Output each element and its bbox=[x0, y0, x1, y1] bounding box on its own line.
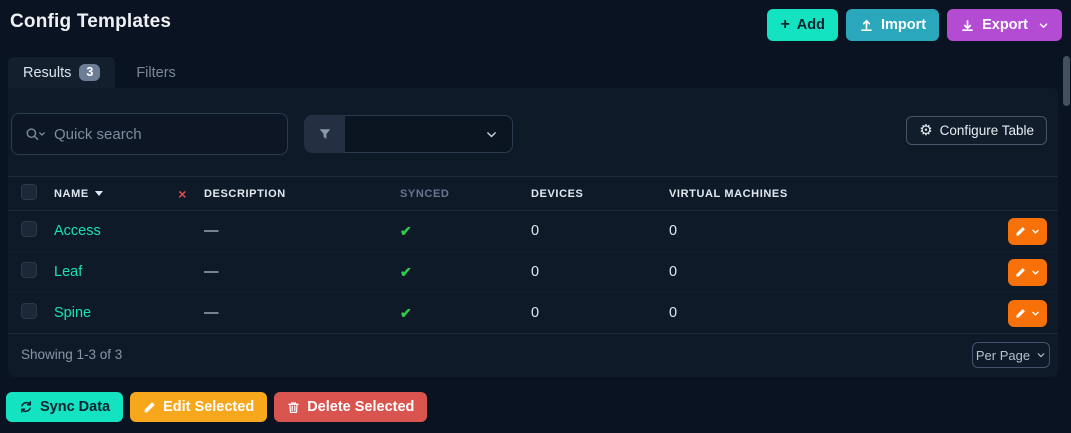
row-devices-count: 0 bbox=[531, 293, 669, 334]
results-count-badge: 3 bbox=[79, 64, 100, 82]
search-input[interactable] bbox=[54, 126, 274, 143]
row-edit-button[interactable] bbox=[1008, 259, 1047, 286]
chevron-down-icon bbox=[485, 128, 498, 141]
pencil-icon bbox=[1015, 267, 1026, 278]
tab-filters[interactable]: Filters bbox=[115, 57, 196, 88]
chevron-down-icon bbox=[1036, 350, 1046, 360]
synced-check-icon: ✔ bbox=[400, 223, 412, 239]
import-button[interactable]: Import bbox=[846, 9, 939, 41]
config-templates-page: Config Templates + Add Import Export bbox=[0, 0, 1071, 433]
table-header-row: NAME × DESCRIPTION SYNCED DEVICES VIRTUA… bbox=[8, 177, 1058, 211]
export-button-label: Export bbox=[982, 17, 1028, 33]
table-row: Leaf — ✔ 0 0 bbox=[8, 252, 1058, 293]
per-page-select[interactable]: Per Page bbox=[972, 342, 1050, 368]
row-devices-count: 0 bbox=[531, 211, 669, 252]
pagination-summary: Showing 1-3 of 3 bbox=[21, 347, 122, 362]
chevron-down-icon bbox=[1031, 309, 1040, 318]
bulk-actions-bar: Sync Data Edit Selected Delete Selected bbox=[6, 392, 427, 422]
trash-icon bbox=[287, 401, 300, 414]
row-edit-button[interactable] bbox=[1008, 218, 1047, 245]
table-row: Access — ✔ 0 0 bbox=[8, 211, 1058, 252]
chevron-down-icon bbox=[1038, 20, 1049, 31]
synced-check-icon: ✔ bbox=[400, 264, 412, 280]
chevron-down-icon bbox=[1031, 268, 1040, 277]
row-devices-count: 0 bbox=[531, 252, 669, 293]
vertical-scrollbar[interactable] bbox=[1063, 56, 1070, 106]
gear-icon: ⚙ bbox=[919, 123, 932, 138]
pencil-icon bbox=[1015, 308, 1026, 319]
delete-selected-button[interactable]: Delete Selected bbox=[274, 392, 427, 422]
configure-table-label: Configure Table bbox=[940, 123, 1034, 138]
sync-icon bbox=[19, 400, 33, 414]
row-description: — bbox=[204, 211, 400, 252]
column-header-synced: SYNCED bbox=[400, 177, 531, 211]
chevron-down-icon bbox=[1031, 227, 1040, 236]
add-button[interactable]: + Add bbox=[767, 9, 838, 41]
column-header-name-label: NAME bbox=[54, 188, 89, 200]
row-name-link[interactable]: Spine bbox=[54, 305, 91, 321]
sync-data-label: Sync Data bbox=[40, 399, 110, 415]
filter-select[interactable] bbox=[345, 115, 513, 153]
tab-results-label: Results bbox=[23, 65, 71, 81]
column-header-description[interactable]: DESCRIPTION bbox=[204, 177, 400, 211]
tab-filters-label: Filters bbox=[136, 65, 175, 81]
row-checkbox[interactable] bbox=[21, 303, 37, 319]
search-icon bbox=[25, 127, 46, 142]
results-card: ⚙ Configure Table NAME × bbox=[8, 88, 1058, 377]
export-button[interactable]: Export bbox=[947, 9, 1062, 41]
row-description: — bbox=[204, 252, 400, 293]
row-vm-count: 0 bbox=[669, 252, 869, 293]
edit-selected-label: Edit Selected bbox=[163, 399, 254, 415]
quick-search-box bbox=[11, 113, 288, 155]
upload-icon bbox=[859, 18, 874, 33]
filter-group bbox=[304, 115, 513, 153]
synced-check-icon: ✔ bbox=[400, 305, 412, 321]
tab-bar: Results 3 Filters bbox=[8, 57, 197, 88]
row-checkbox[interactable] bbox=[21, 262, 37, 278]
row-name-link[interactable]: Access bbox=[54, 223, 101, 239]
clear-sort-icon[interactable]: × bbox=[178, 187, 187, 201]
filter-icon bbox=[304, 115, 345, 153]
add-button-label: Add bbox=[797, 17, 825, 33]
header-actions: + Add Import Export bbox=[767, 9, 1062, 41]
sync-data-button[interactable]: Sync Data bbox=[6, 392, 123, 422]
row-description: — bbox=[204, 293, 400, 334]
select-all-checkbox[interactable] bbox=[21, 184, 37, 200]
select-all-cell bbox=[8, 177, 54, 211]
column-header-devices[interactable]: DEVICES bbox=[531, 177, 669, 211]
tab-results[interactable]: Results 3 bbox=[8, 57, 115, 88]
edit-selected-button[interactable]: Edit Selected bbox=[130, 392, 267, 422]
page-title: Config Templates bbox=[10, 11, 171, 33]
pencil-icon bbox=[143, 401, 156, 414]
row-vm-count: 0 bbox=[669, 211, 869, 252]
per-page-label: Per Page bbox=[976, 348, 1030, 363]
configure-table-button[interactable]: ⚙ Configure Table bbox=[906, 116, 1047, 145]
table-row: Spine — ✔ 0 0 bbox=[8, 293, 1058, 334]
row-checkbox[interactable] bbox=[21, 221, 37, 237]
row-edit-button[interactable] bbox=[1008, 300, 1047, 327]
row-vm-count: 0 bbox=[669, 293, 869, 334]
pencil-icon bbox=[1015, 226, 1026, 237]
column-header-virtual-machines[interactable]: VIRTUAL MACHINES bbox=[669, 177, 869, 211]
row-name-link[interactable]: Leaf bbox=[54, 264, 82, 280]
plus-icon: + bbox=[780, 17, 789, 33]
download-icon bbox=[960, 18, 975, 33]
delete-selected-label: Delete Selected bbox=[307, 399, 414, 415]
sort-descending-icon bbox=[95, 191, 103, 196]
results-table: NAME × DESCRIPTION SYNCED DEVICES VIRTUA… bbox=[8, 176, 1058, 334]
column-header-actions bbox=[869, 177, 1058, 211]
import-button-label: Import bbox=[881, 17, 926, 33]
column-header-name[interactable]: NAME × bbox=[54, 177, 204, 211]
